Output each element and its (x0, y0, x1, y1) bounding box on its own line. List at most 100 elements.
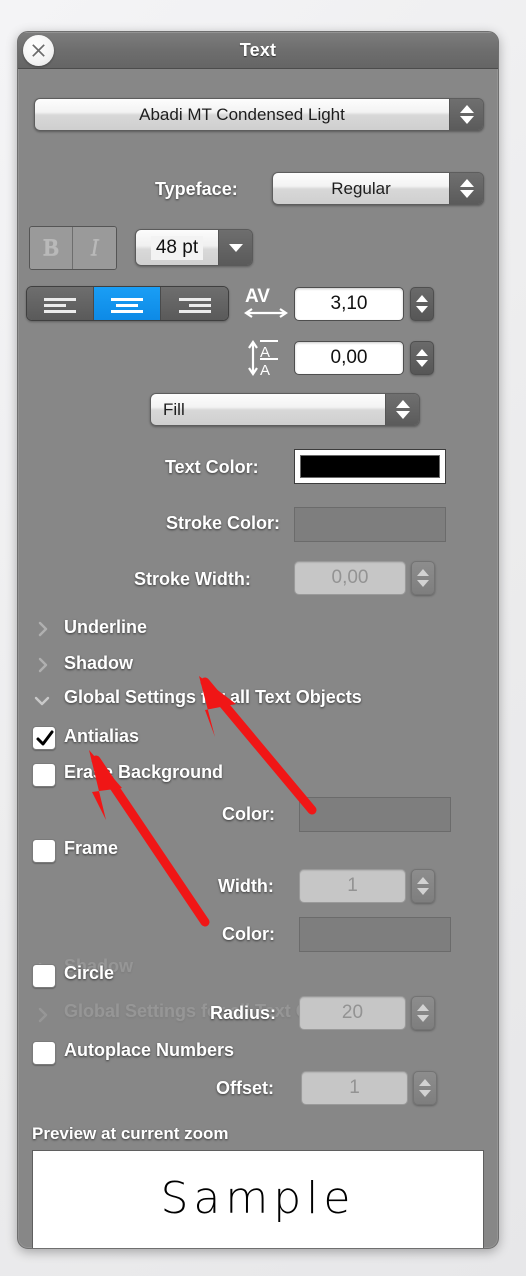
text-panel: Text Abadi MT Condensed Light Typeface: … (17, 31, 499, 1249)
leading-icon-wrap: A A (246, 337, 288, 384)
chevron-right-icon (38, 1007, 48, 1023)
frame-label: Frame (64, 838, 119, 858)
frame-width-stepper[interactable] (411, 869, 435, 903)
kerning-icon-wrap: AV (244, 283, 288, 328)
section-global-disclosure[interactable] (32, 692, 50, 710)
circle-checkbox[interactable] (32, 964, 56, 988)
svg-text:A: A (260, 362, 270, 379)
chevron-up-icon (416, 295, 428, 302)
font-size-popup[interactable]: 48 pt (135, 229, 253, 266)
line-spacing-icon: A A (248, 340, 278, 379)
preview-sample-text: Sample (160, 1173, 356, 1224)
chevron-right-icon (38, 621, 48, 637)
chevron-up-icon (459, 179, 474, 187)
typeface-value: Regular (331, 178, 391, 198)
frame-color-label: Color: (222, 924, 275, 944)
autoplace-numbers-label: Autoplace Numbers (64, 1040, 235, 1060)
section-underline-label[interactable]: Underline (64, 617, 147, 638)
italic-button[interactable]: I (73, 227, 116, 269)
autoplace-numbers-checkbox[interactable] (32, 1041, 56, 1065)
chevron-up-icon (417, 877, 429, 884)
chevron-up-icon (419, 1079, 431, 1086)
fill-mode-popup[interactable]: Fill (150, 393, 420, 426)
chevron-down-icon (416, 360, 428, 367)
align-center-icon (111, 297, 143, 313)
text-color-label: Text Color: (165, 457, 259, 477)
chevron-down-icon (417, 888, 429, 895)
radius-label: Radius: (210, 1003, 277, 1023)
text-color-well[interactable] (294, 449, 446, 484)
typeface-popup[interactable]: Regular (272, 172, 484, 205)
bold-button[interactable]: B (30, 227, 73, 269)
font-family-stepper-arrows[interactable] (449, 99, 483, 130)
align-left-button[interactable] (27, 287, 94, 320)
svg-text:AV: AV (245, 286, 270, 307)
font-family-value: Abadi MT Condensed Light (139, 104, 345, 124)
offset-label: Offset: (216, 1078, 274, 1098)
typeface-stepper-arrows[interactable] (449, 173, 483, 204)
erase-background-checkbox[interactable] (32, 763, 56, 787)
bold-italic-group[interactable]: B I (29, 226, 117, 270)
kerning-stepper[interactable] (410, 287, 434, 321)
close-button[interactable] (23, 35, 54, 66)
fill-mode-value: Fill (163, 399, 185, 419)
radius-input[interactable]: 20 (299, 996, 406, 1030)
stroke-color-well[interactable] (294, 507, 446, 542)
section-shadow-label[interactable]: Shadow (64, 653, 133, 674)
antialias-checkbox[interactable] (32, 726, 56, 750)
font-family-popup[interactable]: Abadi MT Condensed Light (34, 98, 484, 131)
circle-label: Circle (64, 963, 115, 983)
section-underline-disclosure[interactable] (34, 620, 52, 638)
frame-checkbox[interactable] (32, 839, 56, 863)
erase-color-well[interactable] (299, 797, 451, 832)
frame-width-label: Width: (218, 876, 274, 896)
fill-mode-stepper-arrows[interactable] (385, 394, 419, 425)
text-color-swatch (300, 455, 440, 478)
alignment-group[interactable] (26, 286, 229, 321)
frame-width-input[interactable]: 1 (299, 869, 406, 903)
panel-titlebar: Text (18, 32, 498, 69)
chevron-down-icon (228, 243, 243, 252)
fill-mode-face: Fill (151, 394, 385, 425)
chevron-down-icon (34, 696, 50, 706)
chevron-up-icon (417, 569, 429, 576)
align-left-icon (44, 297, 76, 313)
erase-background-label: Erase Background (64, 762, 224, 782)
radius-stepper[interactable] (411, 996, 435, 1030)
chevron-down-icon (459, 190, 474, 198)
font-size-dropdown-arrow[interactable] (218, 230, 252, 265)
erase-color-label: Color: (222, 804, 275, 824)
chevron-down-icon (417, 1015, 429, 1022)
chevron-up-icon (395, 400, 410, 408)
align-center-button[interactable] (94, 287, 161, 320)
section-shadow-disclosure[interactable] (34, 656, 52, 674)
font-family-face: Abadi MT Condensed Light (35, 99, 449, 130)
chevron-up-icon (459, 105, 474, 113)
kerning-av-icon: AV (244, 286, 288, 318)
stroke-width-label: Stroke Width: (134, 569, 251, 589)
typeface-face: Regular (273, 173, 449, 204)
frame-color-well[interactable] (299, 917, 451, 952)
chevron-down-icon (459, 116, 474, 124)
preview-caption: Preview at current zoom (32, 1124, 229, 1143)
leading-input[interactable]: 0,00 (294, 341, 404, 375)
close-circle-x-icon (32, 44, 45, 57)
kerning-input[interactable]: 3,10 (294, 287, 404, 321)
chevron-right-icon (38, 657, 48, 673)
chevron-down-icon (419, 1090, 431, 1097)
offset-stepper[interactable] (413, 1071, 437, 1105)
offset-input[interactable]: 1 (301, 1071, 408, 1105)
stroke-color-label: Stroke Color: (166, 513, 281, 533)
chevron-down-icon (395, 411, 410, 419)
font-size-value: 48 pt (150, 235, 204, 260)
chevron-up-icon (416, 349, 428, 356)
checkmark-icon (36, 730, 54, 746)
leading-stepper[interactable] (410, 341, 434, 375)
stroke-width-input[interactable]: 0,00 (294, 561, 406, 595)
align-right-button[interactable] (161, 287, 228, 320)
section-global-label[interactable]: Global Settings for all Text Objects (64, 687, 362, 708)
chevron-down-icon (417, 580, 429, 587)
panel-title: Text (239, 40, 277, 60)
stroke-width-stepper[interactable] (411, 561, 435, 595)
antialias-label: Antialias (64, 726, 140, 746)
